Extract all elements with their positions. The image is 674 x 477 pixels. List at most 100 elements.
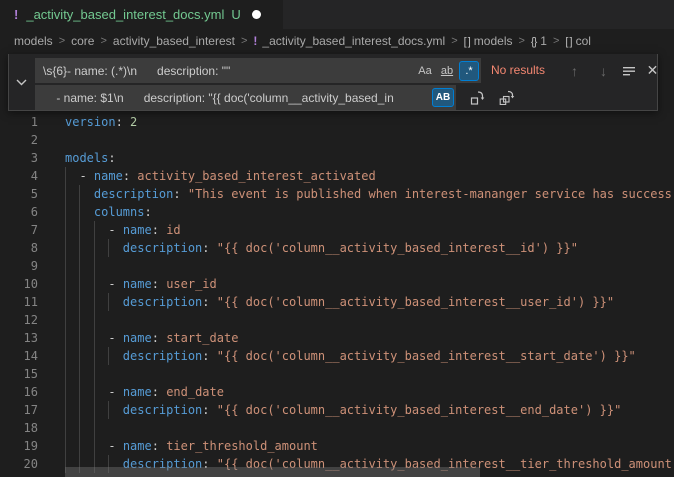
line-number: 19 — [0, 437, 38, 455]
editor-line[interactable]: 10 - name: user_id — [0, 275, 674, 293]
line-number: 17 — [0, 401, 38, 419]
find-input[interactable]: \s{6}- name: (.*)\n description: "" Aa a… — [35, 58, 481, 83]
editor-line[interactable]: 14 description: "{{ doc('column__activit… — [0, 347, 674, 365]
arrow-down-icon: ↓ — [600, 63, 607, 79]
replace-input[interactable]: - name: $1\n description: "{{ doc('colum… — [35, 85, 456, 110]
breadcrumb-separator-icon: > — [100, 35, 106, 47]
replace-button[interactable] — [467, 87, 488, 108]
line-number: 6 — [0, 203, 38, 221]
chevron-down-icon — [16, 79, 27, 86]
find-results-status: No results — [491, 58, 545, 83]
editor-line[interactable]: 9 — [0, 257, 674, 275]
find-previous-button[interactable]: ↑ — [564, 60, 585, 81]
editor-line[interactable]: 8 description: "{{ doc('column__activity… — [0, 239, 674, 257]
breadcrumb-item[interactable]: [ ]models — [464, 34, 513, 48]
editor-line[interactable]: 15 — [0, 365, 674, 383]
breadcrumb-separator-icon: > — [241, 35, 247, 47]
line-number: 10 — [0, 275, 38, 293]
code-text — [38, 257, 65, 275]
replace-value-text[interactable]: - name: $1\n description: "{{ doc('colum… — [43, 91, 432, 105]
editor-line[interactable]: 1version: 2 — [0, 113, 674, 131]
code-text: - name: id — [38, 221, 181, 239]
line-number: 8 — [0, 239, 38, 257]
line-number: 4 — [0, 167, 38, 185]
modified-dot-icon[interactable] — [252, 10, 261, 19]
breadcrumb-item[interactable]: ! _activity_based_interest_docs.yml — [253, 34, 445, 48]
yaml-symbol-icon: ! — [253, 34, 257, 48]
editor-line[interactable]: 4 - name: activity_based_interest_activa… — [0, 167, 674, 185]
editor-line[interactable]: 2 — [0, 131, 674, 149]
breadcrumb-label: _activity_based_interest_docs.yml — [262, 34, 445, 48]
replace-icon — [470, 90, 485, 105]
editor-line[interactable]: 11 description: "{{ doc('column__activit… — [0, 293, 674, 311]
breadcrumb-item[interactable]: activity_based_interest — [113, 34, 235, 48]
find-query-text[interactable]: \s{6}- name: (.*)\n description: "" — [43, 64, 415, 78]
line-number: 12 — [0, 311, 38, 329]
code-area[interactable]: 1version: 223models:4 - name: activity_b… — [0, 113, 674, 473]
line-number: 3 — [0, 149, 38, 167]
breadcrumb-separator-icon: > — [451, 35, 457, 47]
code-text — [38, 419, 65, 437]
find-in-selection-button[interactable] — [618, 60, 639, 81]
tab-title: _activity_based_interest_docs.yml — [26, 7, 224, 22]
indent-guide — [108, 401, 109, 419]
breadcrumb-label: col — [576, 34, 591, 48]
breadcrumb-label: models — [474, 34, 513, 48]
editor-line[interactable]: 13 - name: start_date — [0, 329, 674, 347]
find-next-button[interactable]: ↓ — [593, 60, 614, 81]
indent-guide — [108, 293, 109, 311]
whole-word-toggle[interactable]: ab — [437, 61, 457, 81]
line-number: 18 — [0, 419, 38, 437]
line-number: 13 — [0, 329, 38, 347]
editor-line[interactable]: 16 - name: end_date — [0, 383, 674, 401]
breadcrumb-item[interactable]: core — [71, 34, 94, 48]
replace-all-button[interactable] — [496, 87, 517, 108]
breadcrumb-item[interactable]: models — [14, 34, 53, 48]
tab-active-file[interactable]: ! _activity_based_interest_docs.yml U — [0, 0, 283, 29]
line-number: 7 — [0, 221, 38, 239]
breadcrumb-item[interactable]: [ ] col — [565, 34, 591, 48]
array-symbol-icon: [ ] — [565, 36, 571, 48]
breadcrumb-label: activity_based_interest — [113, 34, 235, 48]
code-text — [38, 365, 65, 383]
tab-bar: ! _activity_based_interest_docs.yml U — [0, 0, 674, 29]
line-number: 5 — [0, 185, 38, 203]
breadcrumb-label: core — [71, 34, 94, 48]
close-icon: ✕ — [647, 62, 659, 79]
breadcrumb-item[interactable]: {}1 — [531, 34, 547, 48]
breadcrumb-label: 1 — [540, 34, 547, 48]
find-widget: \s{6}- name: (.*)\n description: "" Aa a… — [8, 54, 658, 111]
editor-line[interactable]: 6 columns: — [0, 203, 674, 221]
code-text: description: "{{ doc('column__activity_b… — [38, 293, 614, 311]
code-text: - name: start_date — [38, 329, 238, 347]
regex-toggle[interactable]: .* — [459, 61, 479, 81]
editor-line[interactable]: 12 — [0, 311, 674, 329]
editor[interactable]: 1version: 223models:4 - name: activity_b… — [0, 52, 674, 477]
match-case-toggle[interactable]: Aa — [415, 61, 435, 81]
editor-line[interactable]: 3models: — [0, 149, 674, 167]
code-text: description: "{{ doc('column__activity_b… — [38, 239, 578, 257]
code-text: description: "{{ doc('column__activity_b… — [38, 347, 636, 365]
editor-line[interactable]: 7 - name: id — [0, 221, 674, 239]
close-find-button[interactable]: ✕ — [642, 60, 663, 81]
code-text: columns: — [38, 203, 152, 221]
toggle-replace-button[interactable] — [9, 54, 33, 110]
editor-line[interactable]: 17 description: "{{ doc('column__activit… — [0, 401, 674, 419]
editor-line[interactable]: 18 — [0, 419, 674, 437]
yaml-file-icon: ! — [14, 7, 18, 22]
breadcrumb: models > core > activity_based_interest >! _ac… — [0, 29, 674, 52]
code-text — [38, 131, 65, 149]
breadcrumb-label: models — [14, 34, 53, 48]
code-text: description: "This event is published wh… — [38, 185, 672, 203]
preserve-case-toggle[interactable]: AB — [432, 88, 454, 107]
editor-line[interactable]: 5 description: "This event is published … — [0, 185, 674, 203]
breadcrumb-separator-icon: > — [59, 35, 65, 47]
git-status-badge: U — [231, 7, 240, 22]
editor-line[interactable]: 19 - name: tier_threshold_amount — [0, 437, 674, 455]
code-text: description: "{{ doc('column__activity_b… — [38, 401, 621, 419]
line-number: 9 — [0, 257, 38, 275]
code-text: models: — [38, 149, 116, 167]
line-number: 16 — [0, 383, 38, 401]
horizontal-scrollbar[interactable] — [65, 467, 480, 477]
code-text — [38, 311, 65, 329]
